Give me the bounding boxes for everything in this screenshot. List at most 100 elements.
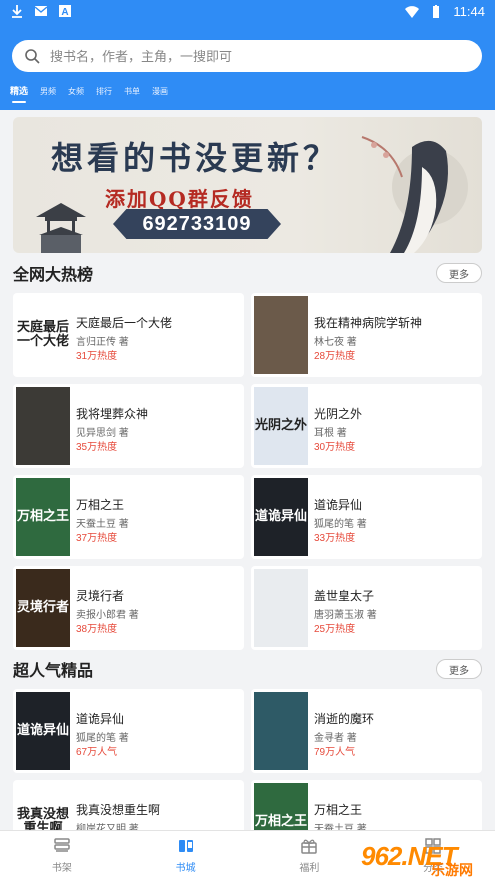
book-card[interactable]: 天庭最后一个大佬 天庭最后一个大佬 言归正传 著 31万热度 (13, 293, 244, 377)
book-heat: 33万热度 (314, 533, 356, 544)
book-title: 灵境行者 (76, 589, 125, 603)
book-cover: 光阴之外 (254, 387, 308, 465)
nav-bookshelf[interactable]: 书架 (0, 831, 124, 880)
tab-comics[interactable]: 漫画 (152, 86, 168, 97)
book-heat: 35万热度 (76, 442, 118, 453)
popular-section-title: 超人气精品 (13, 663, 94, 680)
banner-illustration (361, 136, 468, 253)
book-title: 光阴之外 (314, 407, 363, 421)
book-cover-text: 万相之王 (16, 508, 69, 524)
gift-icon (301, 839, 318, 854)
book-card[interactable]: 盖世皇太子唐羽萧玉淑 著 25万热度 (251, 566, 482, 650)
status-bar: A 11:44 (0, 0, 495, 24)
watermark-sub-text: 乐游网 (431, 862, 473, 878)
banner-subline: 添加QQ群反馈 (105, 187, 254, 211)
mail-icon (34, 6, 48, 16)
book-author: 唐羽萧玉淑 著 (314, 610, 377, 621)
book-author: 卖报小郎君 著 (76, 610, 139, 621)
book-cover (254, 569, 308, 647)
book-author: 天蚕土豆 著 (76, 519, 129, 530)
watermark-logo: 962.NET 乐游网 (361, 832, 491, 880)
book-heat: 25万热度 (314, 624, 356, 635)
nav-bookstore[interactable]: 书城 (124, 831, 248, 880)
book-heat: 28万热度 (314, 351, 356, 362)
book-title: 道诡异仙 (314, 498, 363, 512)
book-card[interactable]: 灵境行者 灵境行者 卖报小郎君 著 38万热度 (13, 566, 244, 650)
tab-male[interactable]: 男频 (40, 86, 56, 97)
search-bar[interactable] (12, 40, 482, 72)
svg-text:A: A (61, 7, 68, 18)
book-cover (254, 692, 308, 770)
popular-more-button[interactable]: 更多 (436, 659, 482, 679)
book-author: 金寻者 著 (314, 733, 357, 744)
book-author: 林七夜 著 (314, 337, 357, 348)
book-title: 道诡异仙 (76, 712, 125, 726)
tab-featured[interactable]: 精选 (10, 84, 28, 103)
book-cover (16, 387, 70, 465)
pavilion-illustration (36, 203, 86, 253)
book-cover-text: 光阴之外 (254, 417, 307, 433)
book-cover: 万相之王 (16, 478, 70, 556)
app-a-icon: A (59, 5, 71, 18)
book-author: 耳根 著 (314, 428, 347, 439)
nav-bookstore-label: 书城 (175, 863, 196, 874)
book-title: 万相之王 (314, 803, 363, 817)
bookshelf-icon (54, 838, 70, 852)
book-title: 我将埋葬众神 (76, 407, 149, 421)
tab-ranking[interactable]: 排行 (96, 86, 112, 97)
book-title: 盖世皇太子 (314, 589, 375, 603)
nav-welfare[interactable]: 福利 (248, 831, 372, 880)
status-time: 11:44 (453, 4, 485, 19)
popular-section-header: 超人气精品 更多 (13, 655, 482, 683)
book-cover-text: 天庭最后一个大佬 (16, 319, 69, 349)
book-card[interactable]: 万相之王 万相之王 天蚕土豆 著 37万热度 (13, 475, 244, 559)
book-heat: 38万热度 (76, 624, 118, 635)
battery-icon (433, 4, 440, 18)
book-title: 天庭最后一个大佬 (76, 316, 173, 330)
book-cover: 天庭最后一个大佬 (16, 296, 70, 374)
book-title: 我在精神病院学斩神 (314, 316, 423, 330)
book-author: 狐尾的笔 著 (76, 733, 129, 744)
hot-more-button[interactable]: 更多 (436, 263, 482, 283)
download-icon (12, 5, 22, 18)
category-tabs: 精选 男频 女频 排行 书单 漫画 (10, 84, 168, 103)
book-heat: 37万热度 (76, 533, 118, 544)
book-cover-text: 道诡异仙 (254, 508, 307, 524)
tab-female[interactable]: 女频 (68, 86, 84, 97)
app-header: A 11:44 精选 男频 女频 排行 书单 漫画 (0, 0, 495, 110)
book-card[interactable]: 道诡异仙 道诡异仙 狐尾的笔 著 33万热度 (251, 475, 482, 559)
book-author: 狐尾的笔 著 (314, 519, 367, 530)
nav-bookshelf-label: 书架 (51, 863, 72, 874)
search-icon (25, 49, 40, 64)
book-cover: 道诡异仙 (254, 478, 308, 556)
book-card[interactable]: 我在精神病院学斩神 林七夜 著 28万热度 (251, 293, 482, 377)
book-card[interactable]: 消逝的魔环金寻者 著 79万人气 (251, 689, 482, 773)
book-cover-text: 道诡异仙 (16, 722, 69, 738)
book-card[interactable]: 光阴之外 光阴之外 耳根 著 30万热度 (251, 384, 482, 468)
banner-qq-number: 692733109 (113, 209, 281, 239)
nav-welfare-label: 福利 (299, 863, 320, 874)
book-heat: 30万热度 (314, 442, 356, 453)
book-cover-text: 万相之王 (254, 813, 307, 829)
book-cover: 道诡异仙 (16, 692, 70, 770)
book-title: 万相之王 (76, 498, 125, 512)
tab-booklist[interactable]: 书单 (124, 86, 140, 97)
book-heat: 79万人气 (314, 747, 356, 758)
book-card[interactable]: 道诡异仙 道诡异仙 狐尾的笔 著 67万人气 (13, 689, 244, 773)
book-open-icon (178, 840, 193, 852)
book-card[interactable]: 我将埋葬众神 见异思剑 著 35万热度 (13, 384, 244, 468)
hot-section-title: 全网大热榜 (13, 267, 94, 284)
book-author: 见异思剑 著 (76, 428, 129, 439)
book-heat: 31万热度 (76, 351, 118, 362)
book-heat: 67万人气 (76, 747, 118, 758)
book-title: 消逝的魔环 (314, 712, 375, 726)
book-cover-text: 灵境行者 (16, 599, 69, 615)
book-cover: 灵境行者 (16, 569, 70, 647)
book-title: 我真没想重生啊 (76, 803, 161, 817)
promo-banner[interactable]: 想看的书没更新？ 添加QQ群反馈 692733109 (13, 117, 482, 253)
wifi-icon (405, 5, 420, 18)
book-cover (254, 296, 308, 374)
search-input[interactable] (50, 48, 450, 64)
banner-headline: 想看的书没更新？ (51, 139, 340, 177)
hot-section-header: 全网大热榜 更多 (13, 259, 482, 287)
